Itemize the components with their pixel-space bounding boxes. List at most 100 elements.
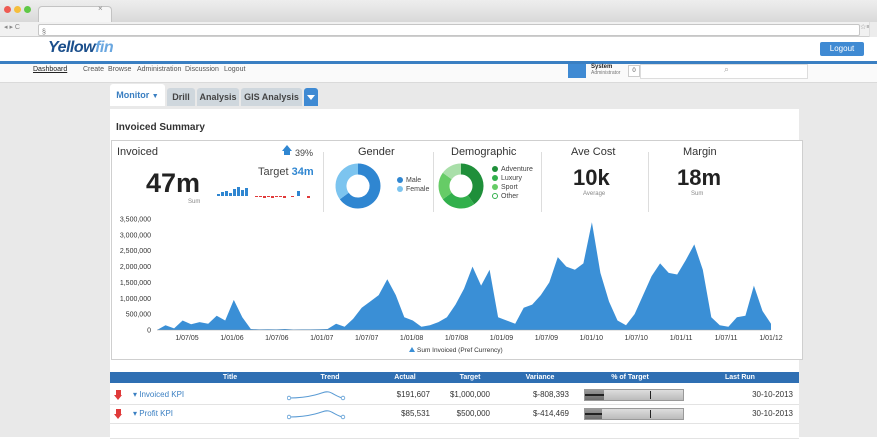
target-cell: $500,000 <box>456 409 490 418</box>
x-tick-label: 1/07/06 <box>265 335 288 342</box>
nav-browse[interactable]: Browse <box>108 66 131 73</box>
col-last-run[interactable]: Last Run <box>685 372 795 383</box>
x-tick-label: 1/01/07 <box>310 335 333 342</box>
margin-value: 18m <box>677 165 722 190</box>
col-actual[interactable]: Actual <box>375 372 435 383</box>
invoiced-label: Invoiced <box>117 146 158 158</box>
nav-buttons-icon[interactable]: ◂ ▸ C <box>4 23 20 31</box>
nav-discussion[interactable]: Discussion <box>185 66 219 73</box>
url-text: § <box>42 29 46 36</box>
red-sparkbars <box>255 196 310 198</box>
ave-cost-value: 10k <box>573 165 610 190</box>
legend-sport: Sport <box>492 184 533 193</box>
nav-administration[interactable]: Administration <box>137 66 181 73</box>
divider <box>433 152 434 212</box>
nav-dashboard[interactable]: Dashboard <box>33 66 67 73</box>
col-variance[interactable]: Variance <box>505 372 575 383</box>
logout-button[interactable]: Logout <box>820 42 864 56</box>
demographic-label: Demographic <box>451 146 517 158</box>
tab-monitor[interactable]: Monitor ▼ <box>110 84 165 106</box>
x-tick-label: 1/07/05 <box>175 335 198 342</box>
margin-label: Margin <box>683 146 717 158</box>
target-marker <box>650 391 651 399</box>
last-run-cell: 30-10-2013 <box>752 390 793 399</box>
variance-cell: $-414,469 <box>532 409 569 418</box>
divider <box>648 152 649 212</box>
minimize-window-icon[interactable] <box>14 6 21 13</box>
x-tick-label: 1/01/11 <box>670 335 693 342</box>
search-icon[interactable]: ⌕ <box>724 64 729 75</box>
col-title[interactable]: Title <box>175 372 285 383</box>
yellowfin-logo: Yellowfin <box>48 39 114 56</box>
app-header <box>0 37 877 64</box>
target-label: Target 34m <box>258 166 314 178</box>
actual-cell: $191,607 <box>396 390 430 399</box>
divider <box>323 152 324 212</box>
actual-marker <box>585 413 602 415</box>
demographic-slice <box>438 172 452 200</box>
margin-unit: Sum <box>691 191 704 197</box>
notification-badge[interactable]: 0 <box>628 65 640 77</box>
pct-target-bar <box>584 389 684 401</box>
demographic-slice <box>442 192 475 209</box>
y-tick-label: 1,500,000 <box>120 280 151 287</box>
browser-titlebar <box>0 0 877 23</box>
tab-analysis[interactable]: Analysis <box>197 88 239 106</box>
down-arrow-icon <box>114 414 122 419</box>
invoiced-sparkbars <box>217 187 310 198</box>
variance-cell: $-808,393 <box>532 390 569 399</box>
x-tick-label: 1/01/12 <box>759 335 782 342</box>
blue-sparkbars <box>217 187 248 196</box>
x-tick-label: 1/01/10 <box>580 335 603 342</box>
gender-slice <box>335 163 359 200</box>
col-trend[interactable]: Trend <box>285 372 375 383</box>
y-tick-label: 1,000,000 <box>120 296 151 303</box>
maximize-window-icon[interactable] <box>24 6 31 13</box>
target-value: 34m <box>291 166 314 178</box>
actual-cell: $85,531 <box>401 409 430 418</box>
tab-drill[interactable]: Drill <box>167 88 195 106</box>
target-cell: $1,000,000 <box>449 390 490 399</box>
y-tick-label: 2,500,000 <box>120 248 151 255</box>
divider <box>541 152 542 212</box>
gender-legend: Male Female <box>397 177 429 195</box>
legend-other: Other <box>492 193 533 202</box>
invoiced-value: 47m <box>146 168 201 198</box>
kpi-title-link[interactable]: ▾ Profit KPI <box>133 405 173 423</box>
x-tick-label: 1/07/09 <box>535 335 558 342</box>
y-tick-label: 500,000 <box>126 312 151 319</box>
close-tab-icon[interactable]: × <box>98 4 103 13</box>
tab-menu-chevron-down-icon[interactable] <box>304 88 318 106</box>
x-tick-label: 1/07/08 <box>445 335 468 342</box>
address-bar[interactable]: § <box>38 24 860 36</box>
invoiced-unit: Sum <box>188 199 201 205</box>
ave-cost-label: Ave Cost <box>571 146 616 158</box>
y-tick-label: 3,000,000 <box>120 232 151 239</box>
legend-male: Male <box>397 177 429 186</box>
close-window-icon[interactable] <box>4 6 11 13</box>
demographic-legend: Adventure Luxury Sport Other <box>492 166 533 202</box>
last-run-cell: 30-10-2013 <box>752 409 793 418</box>
y-tick-label: 2,000,000 <box>120 264 151 271</box>
x-tick-label: 1/01/08 <box>400 335 423 342</box>
y-tick-label: 0 <box>147 328 151 335</box>
actual-marker <box>585 394 604 396</box>
tab-gis-analysis[interactable]: GIS Analysis <box>241 88 302 106</box>
area-series <box>157 222 771 330</box>
avatar[interactable] <box>568 64 586 78</box>
col-pct-target[interactable]: % of Target <box>575 372 685 383</box>
blue-sparkbar-late <box>297 191 300 196</box>
ave-cost-unit: Average <box>583 191 606 197</box>
nav-create[interactable]: Create <box>83 66 104 73</box>
kpi-title-link[interactable]: ▾ Invoiced KPI <box>133 386 184 404</box>
invoiced-area-chart: 3,500,000 3,000,000 2,500,000 2,000,000 1,50… <box>120 217 783 355</box>
demographic-slice <box>442 163 462 180</box>
legend-label: Sum Invoiced (Pref Currency) <box>417 347 503 354</box>
legend-female: Female <box>397 186 429 195</box>
nav-logout[interactable]: Logout <box>224 66 245 73</box>
target-marker <box>650 410 651 418</box>
user-role: Administrator <box>591 70 621 76</box>
col-target[interactable]: Target <box>435 372 505 383</box>
trend-sparkline <box>287 410 346 420</box>
x-tick-label: 1/07/10 <box>625 335 648 342</box>
